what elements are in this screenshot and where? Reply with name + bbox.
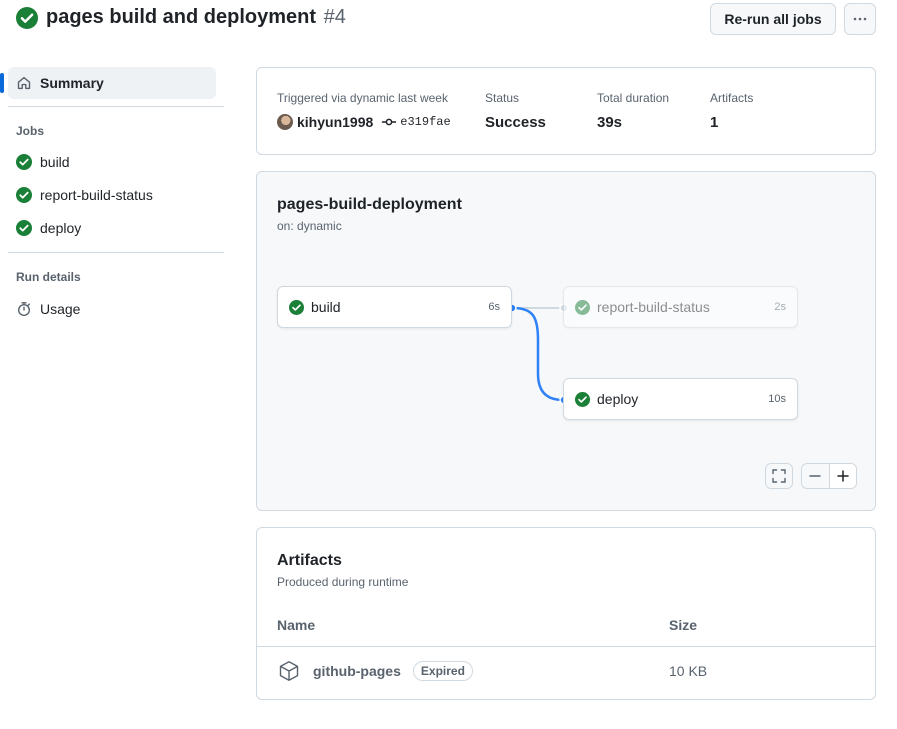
job-name: build [311, 299, 341, 315]
active-indicator [0, 73, 4, 93]
artifact-name[interactable]: github-pages [313, 663, 401, 679]
page-title: pages build and deployment #4 [46, 6, 346, 29]
run-summary-card: Triggered via dynamic last week kihyun19… [256, 67, 876, 155]
edge-build-deploy [512, 306, 564, 402]
status-value: Success [485, 114, 546, 131]
artifacts-subtitle: Produced during runtime [277, 575, 409, 589]
artifacts-count-label: Artifacts [710, 91, 754, 105]
success-check-icon [16, 154, 32, 170]
table-divider [257, 646, 875, 647]
job-node-report-build-status[interactable]: report-build-status 2s [563, 286, 798, 328]
graph-edges [507, 303, 569, 405]
run-details-heading: Run details [16, 270, 81, 284]
artifacts-card: Artifacts Produced during runtime Name S… [256, 527, 876, 700]
sidebar-item-label: Usage [40, 301, 81, 317]
sidebar-item-label: report-build-status [40, 187, 153, 203]
status-label: Status [485, 91, 520, 105]
sidebar-divider [8, 252, 224, 253]
success-check-icon [575, 391, 590, 407]
commit-link[interactable]: e319fae [400, 115, 450, 129]
artifacts-count-value[interactable]: 1 [710, 114, 718, 131]
sidebar-item-build[interactable]: build [16, 151, 70, 173]
table-row: github-pages Expired [277, 659, 473, 683]
actor-link[interactable]: kihyun1998 [297, 114, 373, 130]
stopwatch-icon [17, 302, 31, 317]
avatar[interactable] [277, 114, 293, 130]
workflow-title: pages build and deployment [46, 6, 317, 28]
git-commit-icon [382, 118, 397, 126]
sidebar-item-label: build [40, 154, 70, 170]
trigger-info: kihyun1998 e319fae [277, 114, 451, 130]
column-header-name: Name [277, 617, 316, 633]
job-node-deploy[interactable]: deploy 10s [563, 378, 798, 420]
triggered-label: Triggered via dynamic last week [277, 91, 448, 105]
workflow-trigger: on: dynamic [277, 219, 342, 233]
artifact-size: 10 KB [669, 663, 708, 679]
zoom-controls [801, 463, 857, 489]
duration-label: Total duration [597, 91, 670, 105]
sidebar-item-summary[interactable]: Summary [0, 67, 216, 99]
column-header-size: Size [669, 617, 698, 633]
zoom-out-button[interactable] [802, 464, 829, 488]
job-duration: 2s [774, 301, 786, 313]
fullscreen-button[interactable] [765, 463, 793, 489]
plus-icon [837, 470, 849, 482]
sidebar-item-usage[interactable]: Usage [16, 298, 80, 320]
success-check-icon [575, 299, 590, 315]
success-check-icon [16, 7, 38, 29]
success-check-icon [289, 299, 304, 315]
home-icon [17, 76, 31, 90]
rerun-all-jobs-button[interactable]: Re-run all jobs [710, 3, 836, 35]
screen-full-icon [772, 469, 786, 483]
job-node-build[interactable]: build 6s [277, 286, 512, 328]
status-badge: Expired [412, 661, 473, 681]
more-options-button[interactable] [844, 3, 876, 35]
sidebar-item-label: Summary [40, 75, 104, 91]
sidebar-item-deploy[interactable]: deploy [16, 217, 81, 239]
duration-value: 39s [597, 114, 623, 131]
success-check-icon [16, 220, 32, 236]
run-number: #4 [323, 6, 346, 28]
sidebar-item-label: deploy [40, 220, 82, 236]
success-check-icon [16, 187, 32, 203]
dash-icon [809, 475, 822, 477]
job-name: deploy [597, 391, 639, 407]
job-duration: 6s [488, 301, 500, 313]
artifacts-title: Artifacts [277, 552, 342, 569]
sidebar-item-report-build-status[interactable]: report-build-status [16, 184, 153, 206]
workflow-graph-card: pages-build-deployment on: dynamic build… [256, 171, 876, 511]
zoom-in-button[interactable] [828, 464, 856, 488]
sidebar-divider [8, 106, 224, 107]
kebab-horizontal-icon [853, 17, 867, 21]
package-icon [279, 661, 299, 681]
job-duration: 10s [768, 393, 786, 405]
workflow-name: pages-build-deployment [277, 196, 462, 213]
jobs-heading: Jobs [16, 124, 45, 138]
job-name: report-build-status [597, 299, 710, 315]
